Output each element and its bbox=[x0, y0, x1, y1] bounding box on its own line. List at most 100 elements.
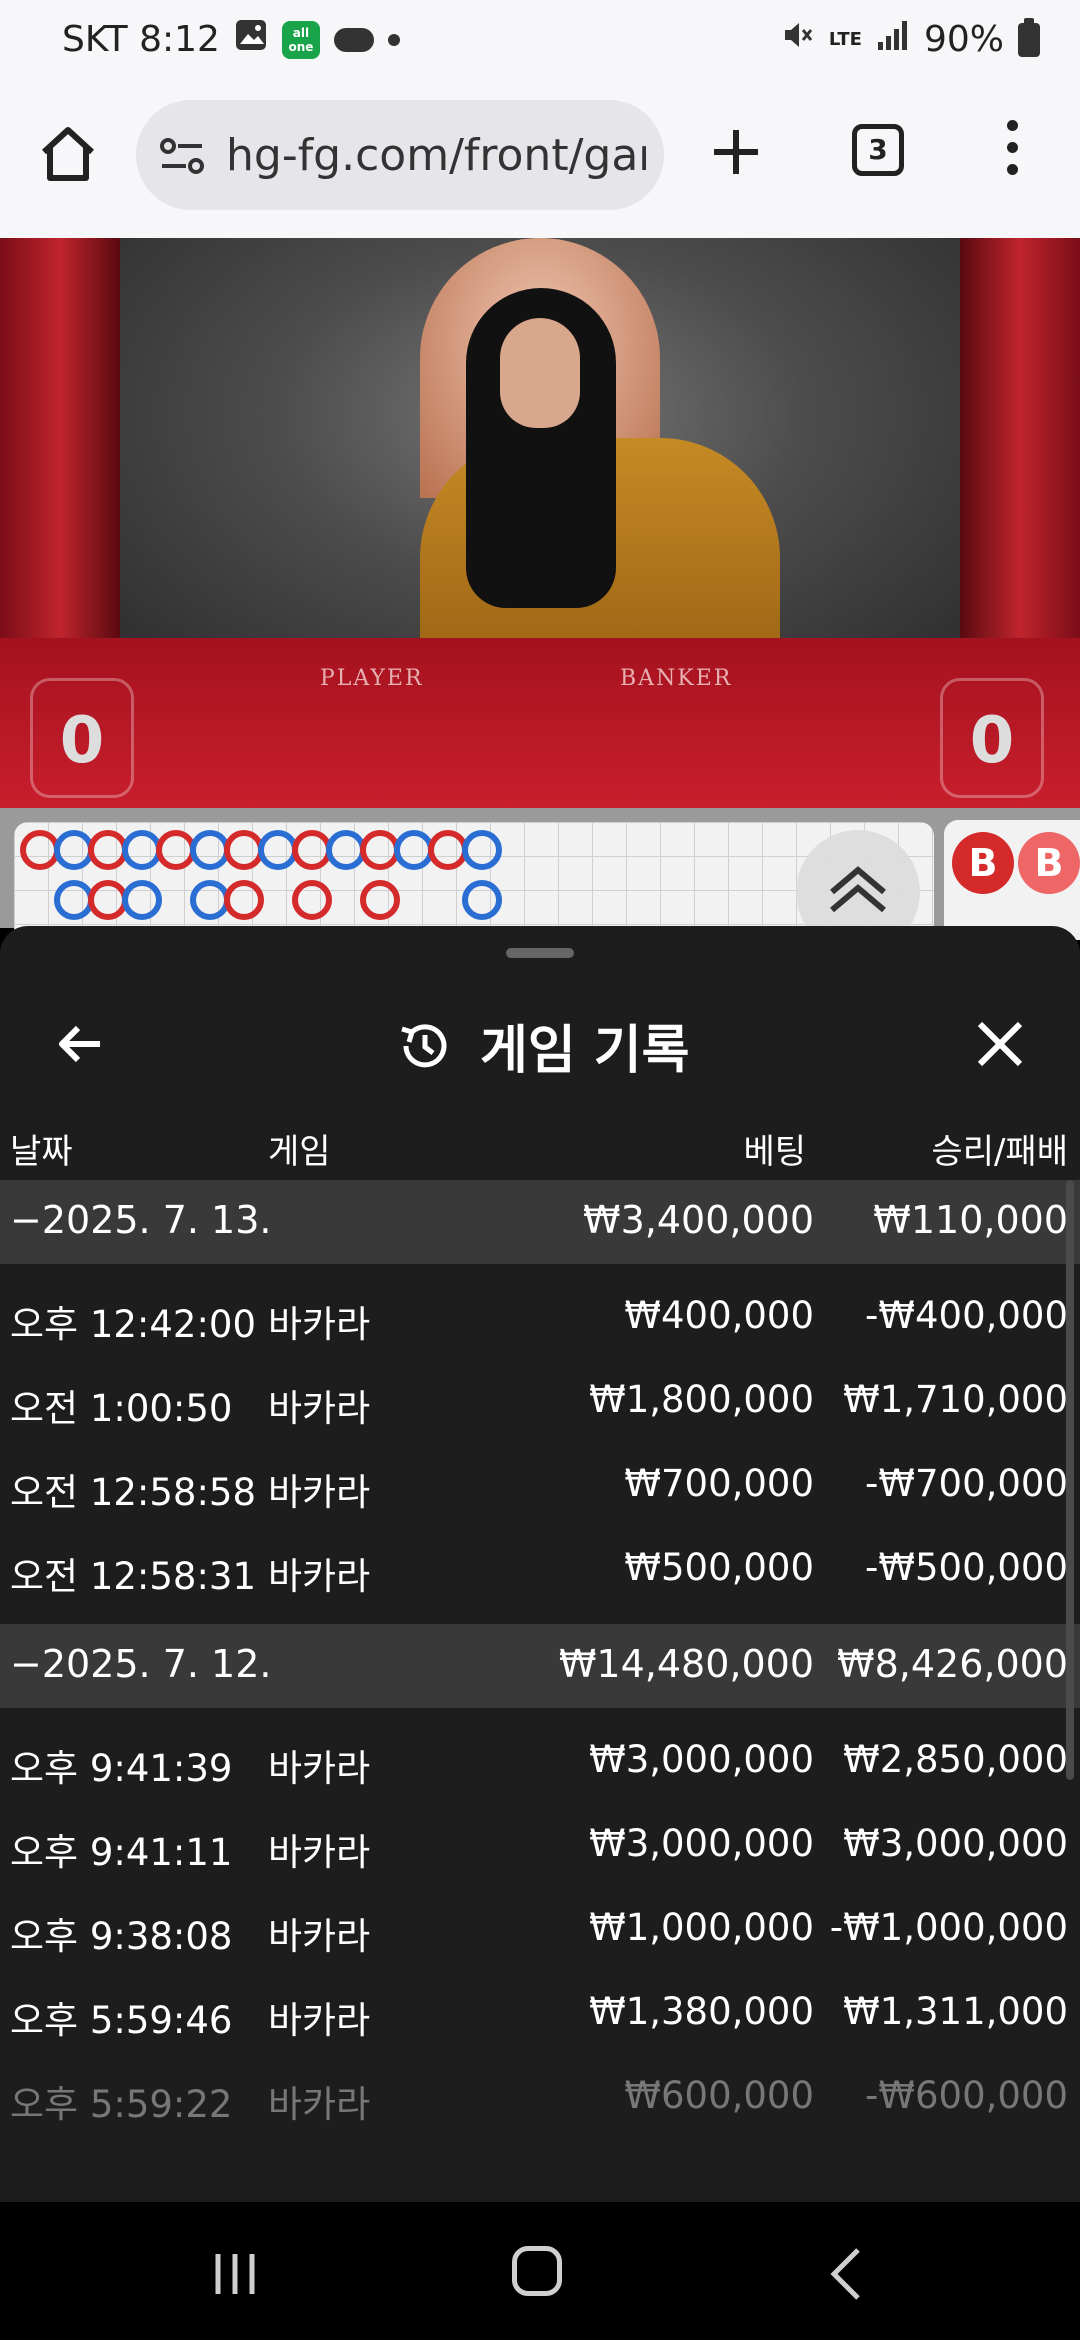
row-game: 바카라 bbox=[268, 1303, 371, 1346]
row-result: ₩1,710,000 bbox=[843, 1378, 1068, 1421]
history-row[interactable]: 오후 5:59:22 바카라 ₩600,000 -₩600,000 bbox=[0, 2052, 1080, 2136]
row-bet: ₩1,800,000 bbox=[589, 1378, 814, 1421]
curtain-right bbox=[960, 238, 1080, 658]
history-row[interactable]: 오전 12:58:58 바카라 ₩700,000 -₩700,000 bbox=[0, 1440, 1080, 1524]
row-game: 바카라 bbox=[268, 1747, 371, 1790]
history-row[interactable]: 오후 9:38:08 바카라 ₩1,000,000 -₩1,000,000 bbox=[0, 1884, 1080, 1968]
row-bet: ₩500,000 bbox=[624, 1546, 814, 1589]
new-tab-icon[interactable] bbox=[706, 122, 766, 182]
allone-app-icon: all one bbox=[281, 20, 320, 59]
more-menu-icon[interactable] bbox=[1000, 120, 1024, 184]
row-bet: ₩3,000,000 bbox=[589, 1822, 814, 1865]
battery-percent: 90% bbox=[923, 19, 1004, 60]
group-total-bet: ₩3,400,000 bbox=[583, 1198, 814, 1242]
row-game: 바카라 bbox=[268, 1915, 371, 1958]
row-game: 바카라 bbox=[268, 1999, 371, 2042]
date-group-row[interactable]: −2025. 7. 12. ₩14,480,000 ₩8,426,000 bbox=[0, 1624, 1080, 1708]
row-game: 바카라 bbox=[268, 1831, 371, 1874]
battery-icon bbox=[1018, 17, 1040, 57]
row-time: 오후 9:41:11 bbox=[10, 1831, 233, 1874]
bead-marker bbox=[292, 880, 332, 920]
nav-back-icon[interactable] bbox=[828, 2246, 864, 2302]
panel-title-group: 게임 기록 bbox=[396, 1008, 689, 1083]
cloud-icon bbox=[333, 27, 374, 52]
close-icon[interactable] bbox=[974, 1018, 1026, 1070]
row-time: 오후 12:42:00 bbox=[10, 1303, 257, 1346]
group-total-result: ₩8,426,000 bbox=[837, 1642, 1068, 1686]
column-win-loss: 승리/패배 bbox=[931, 1132, 1068, 1172]
carrier-time: SKT 8:12 bbox=[62, 19, 220, 60]
group-total-bet: ₩14,480,000 bbox=[558, 1642, 814, 1686]
column-headers: 날짜 게임 베팅 승리/패배 bbox=[0, 1110, 1080, 1180]
scrollbar[interactable] bbox=[1066, 1180, 1074, 1780]
recent-apps-icon[interactable] bbox=[210, 2254, 260, 2294]
bead-marker bbox=[462, 830, 502, 870]
history-row[interactable]: 오전 12:58:31 바카라 ₩500,000 -₩500,000 bbox=[0, 1524, 1080, 1608]
live-video: PLAYER BANKER 0 0 bbox=[0, 238, 1080, 808]
row-bet: ₩1,380,000 bbox=[589, 1990, 814, 2033]
row-bet: ₩600,000 bbox=[624, 2074, 814, 2117]
browser-toolbar: hg-fg.com/front/gam 3 bbox=[0, 84, 1080, 238]
row-bet: ₩400,000 bbox=[624, 1294, 814, 1337]
row-result: -₩600,000 bbox=[865, 2074, 1068, 2117]
game-history-panel: 게임 기록 날짜 게임 베팅 승리/패배 −2025. 7. 13. ₩3,40… bbox=[0, 926, 1080, 2202]
notification-dot-icon bbox=[387, 33, 400, 46]
row-game: 바카라 bbox=[268, 2083, 371, 2126]
bead-marker bbox=[224, 880, 264, 920]
network-type: LTE bbox=[828, 28, 862, 50]
row-bet: ₩700,000 bbox=[624, 1462, 814, 1505]
date-group-row[interactable]: −2025. 7. 13. ₩3,400,000 ₩110,000 bbox=[0, 1180, 1080, 1264]
column-date: 날짜 bbox=[10, 1132, 73, 1172]
gallery-icon bbox=[234, 18, 268, 61]
table-banker-label: BANKER bbox=[620, 666, 733, 691]
row-result: -₩700,000 bbox=[865, 1462, 1068, 1505]
back-arrow-icon[interactable] bbox=[52, 1016, 108, 1072]
row-result: -₩500,000 bbox=[865, 1546, 1068, 1589]
row-time: 오전 1:00:50 bbox=[10, 1387, 233, 1430]
table-player-label: PLAYER bbox=[320, 666, 424, 691]
row-result: ₩1,311,000 bbox=[843, 1990, 1068, 2033]
row-result: -₩400,000 bbox=[865, 1294, 1068, 1337]
banker-bead: B bbox=[952, 832, 1014, 894]
site-settings-icon[interactable] bbox=[158, 134, 206, 178]
drag-handle[interactable] bbox=[506, 948, 574, 958]
status-right: LTE 90% bbox=[781, 17, 1040, 61]
panel-title: 게임 기록 bbox=[480, 1021, 690, 1081]
group-date: −2025. 7. 12. bbox=[10, 1642, 272, 1686]
tab-switcher-button[interactable]: 3 bbox=[852, 124, 904, 176]
row-time: 오후 9:38:08 bbox=[10, 1915, 233, 1958]
history-row[interactable]: 오전 1:00:50 바카라 ₩1,800,000 ₩1,710,000 bbox=[0, 1356, 1080, 1440]
banker-bead: B bbox=[1018, 832, 1080, 894]
group-total-result: ₩110,000 bbox=[873, 1198, 1068, 1242]
status-bar: SKT 8:12 all one LTE 90% bbox=[0, 0, 1080, 84]
banker-score: 0 bbox=[940, 678, 1044, 798]
bead-marker bbox=[462, 880, 502, 920]
panel-header: 게임 기록 bbox=[0, 986, 1080, 1096]
row-time: 오후 9:41:39 bbox=[10, 1747, 233, 1790]
roadmap-side-panel: B B bbox=[944, 820, 1080, 940]
history-row[interactable]: 오후 12:42:00 바카라 ₩400,000 -₩400,000 bbox=[0, 1272, 1080, 1356]
url-bar[interactable]: hg-fg.com/front/gam bbox=[136, 100, 664, 210]
signal-icon bbox=[876, 18, 910, 61]
group-date: −2025. 7. 13. bbox=[10, 1198, 272, 1242]
url-text: hg-fg.com/front/gam bbox=[226, 130, 646, 181]
history-row[interactable]: 오후 9:41:11 바카라 ₩3,000,000 ₩3,000,000 bbox=[0, 1800, 1080, 1884]
mute-icon bbox=[781, 18, 815, 61]
row-result: -₩1,000,000 bbox=[829, 1906, 1068, 1949]
row-game: 바카라 bbox=[268, 1387, 371, 1430]
row-game: 바카라 bbox=[268, 1471, 371, 1514]
row-result: ₩3,000,000 bbox=[843, 1822, 1068, 1865]
bead-marker bbox=[122, 880, 162, 920]
history-row[interactable]: 오후 9:41:39 바카라 ₩3,000,000 ₩2,850,000 bbox=[0, 1716, 1080, 1800]
row-game: 바카라 bbox=[268, 1555, 371, 1598]
bead-marker bbox=[360, 880, 400, 920]
nav-home-icon[interactable] bbox=[512, 2246, 562, 2296]
baccarat-table bbox=[0, 638, 1080, 808]
history-row[interactable]: 오후 5:59:46 바카라 ₩1,380,000 ₩1,311,000 bbox=[0, 1968, 1080, 2052]
curtain-left bbox=[0, 238, 120, 658]
row-result: ₩2,850,000 bbox=[843, 1738, 1068, 1781]
home-icon[interactable] bbox=[36, 122, 100, 186]
history-icon bbox=[396, 1017, 454, 1075]
row-bet: ₩1,000,000 bbox=[589, 1906, 814, 1949]
column-game: 게임 bbox=[268, 1132, 331, 1172]
